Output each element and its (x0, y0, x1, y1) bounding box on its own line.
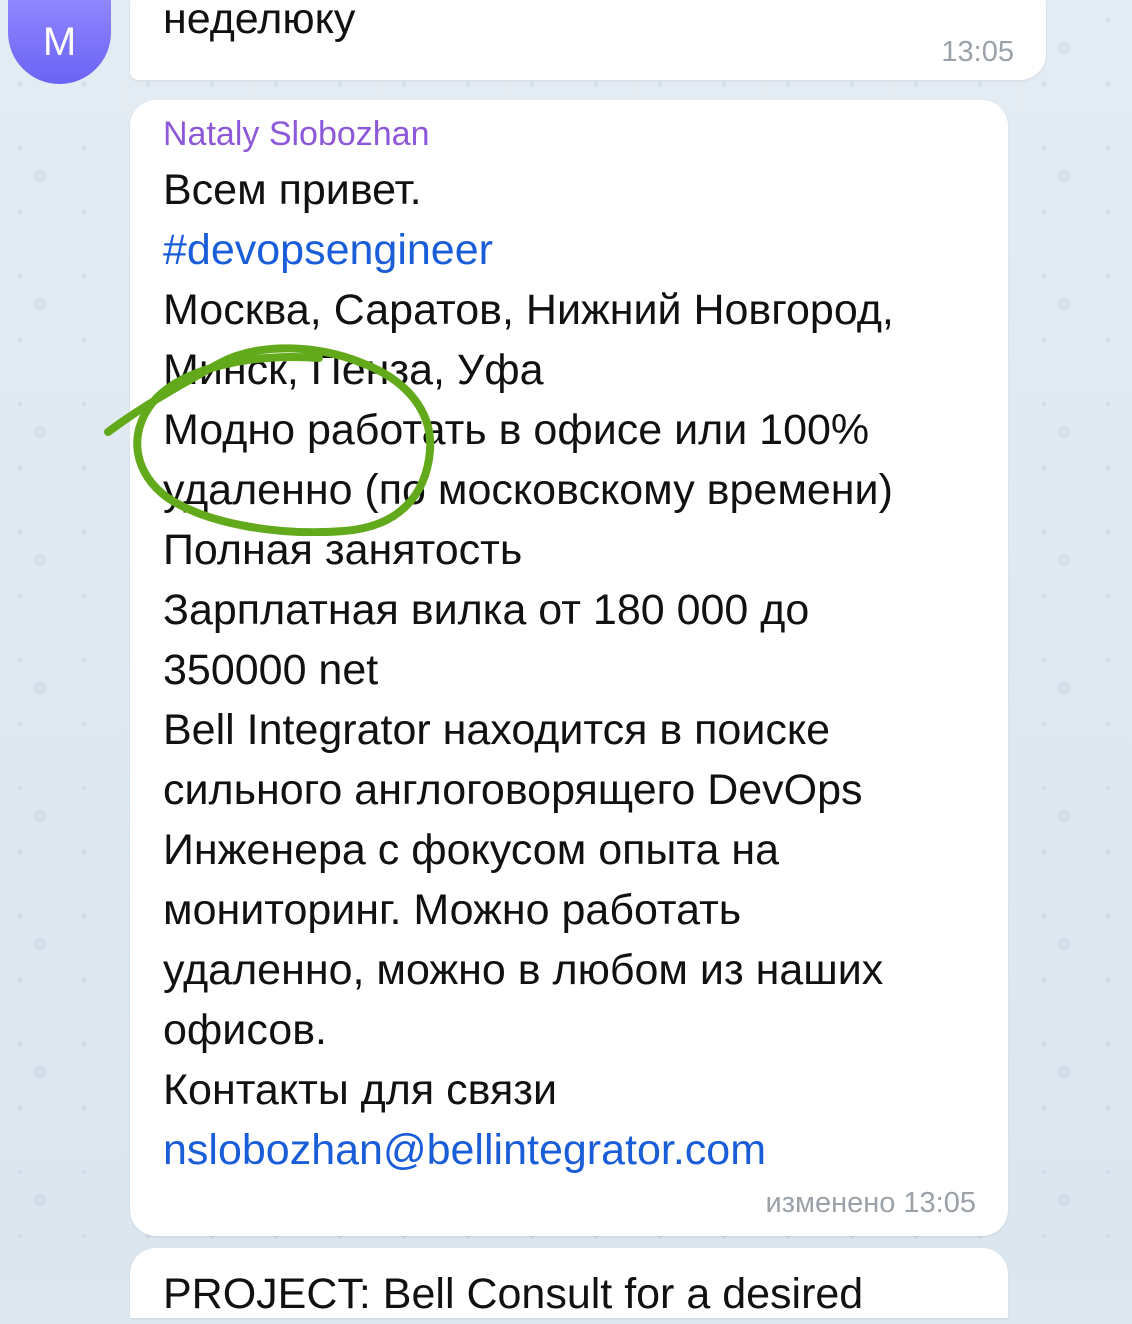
message-line: Всем привет. (163, 166, 422, 214)
message-line: удаленно (по московскому времени) (163, 466, 893, 514)
avatar-initial: M (42, 20, 77, 64)
message-bubble-next[interactable]: PROJECT: Bell Consult for a desired (130, 1248, 1008, 1318)
message-line: Инженера с фокусом опыта на (163, 826, 780, 874)
message-time: 13:05 (941, 36, 1014, 68)
message-text: неделюку (163, 0, 356, 43)
message-line: Минск, Пенза, Уфа (163, 346, 544, 394)
message-line: Контакты для связи (163, 1066, 557, 1114)
message-line: офисов. (163, 1006, 328, 1054)
sender-name[interactable]: Nataly Slobozhan (163, 114, 430, 154)
message-line: Зарплатная вилка от 180 000 до (163, 586, 810, 634)
message-body: Всем привет. #devopsengineer Москва, Сар… (163, 160, 993, 1180)
message-line: Bell Integrator находится в поиске (163, 706, 831, 754)
message-bubble-main[interactable]: Nataly Slobozhan Всем привет. #devopseng… (130, 100, 1008, 1236)
next-message-preview: PROJECT: Bell Consult for a desired (163, 1270, 864, 1318)
message-line: удаленно, можно в любом из наших (163, 946, 884, 994)
edited-time: изменено 13:05 (765, 1187, 976, 1219)
hashtag-link[interactable]: #devopsengineer (163, 220, 993, 280)
message-line: Москва, Саратов, Нижний Новгород, (163, 286, 894, 334)
message-line: Полная занятость (163, 526, 523, 574)
message-line: мониторинг. Можно работать (163, 886, 742, 934)
email-link[interactable]: nslobozhan@bellintegrator.com (163, 1120, 993, 1180)
message-line: 350000 net (163, 646, 379, 694)
message-bubble-previous[interactable]: неделюку 13:05 (130, 0, 1046, 80)
message-line: сильного англоговорящего DevOps (163, 766, 863, 814)
message-line: Модно работать в офисе или 100% (163, 406, 870, 454)
